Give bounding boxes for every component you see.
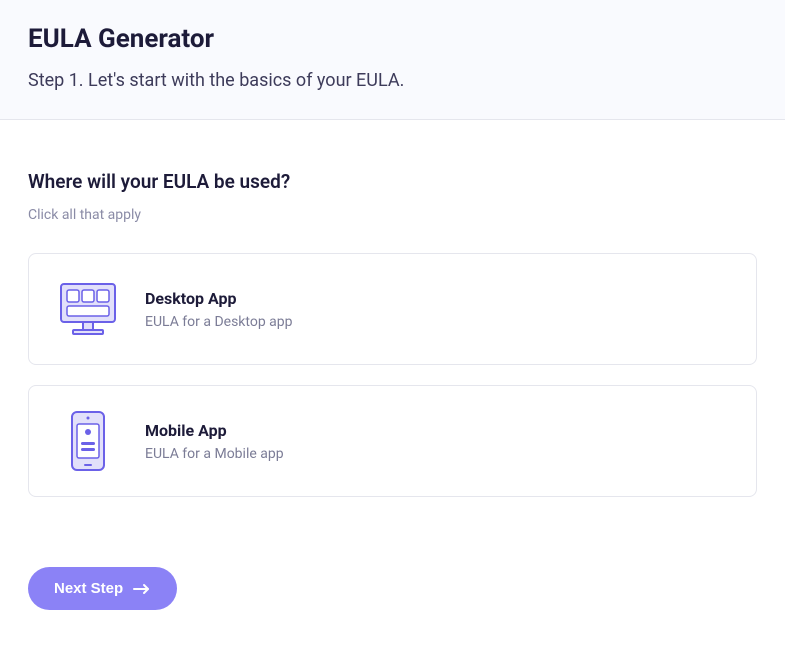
option-mobile-app[interactable]: Mobile App EULA for a Mobile app <box>28 385 757 497</box>
option-desc: EULA for a Desktop app <box>145 314 293 330</box>
question-hint: Click all that apply <box>28 207 757 223</box>
option-desktop-app[interactable]: Desktop App EULA for a Desktop app <box>28 253 757 365</box>
page-title: EULA Generator <box>28 24 757 54</box>
step-subtitle: Step 1. Let's start with the basics of y… <box>28 70 757 91</box>
option-title: Mobile App <box>145 421 284 440</box>
arrow-right-icon <box>133 583 151 595</box>
next-step-button[interactable]: Next Step <box>28 567 177 610</box>
mobile-app-icon <box>55 408 121 474</box>
option-desc: EULA for a Mobile app <box>145 446 284 462</box>
wizard-header: EULA Generator Step 1. Let's start with … <box>0 0 785 120</box>
wizard-body: Where will your EULA be used? Click all … <box>0 120 785 640</box>
next-step-label: Next Step <box>54 580 123 597</box>
question-heading: Where will your EULA be used? <box>28 170 757 193</box>
desktop-app-icon <box>55 276 121 342</box>
option-title: Desktop App <box>145 289 293 308</box>
option-text-wrap: Mobile App EULA for a Mobile app <box>145 421 284 462</box>
option-text-wrap: Desktop App EULA for a Desktop app <box>145 289 293 330</box>
